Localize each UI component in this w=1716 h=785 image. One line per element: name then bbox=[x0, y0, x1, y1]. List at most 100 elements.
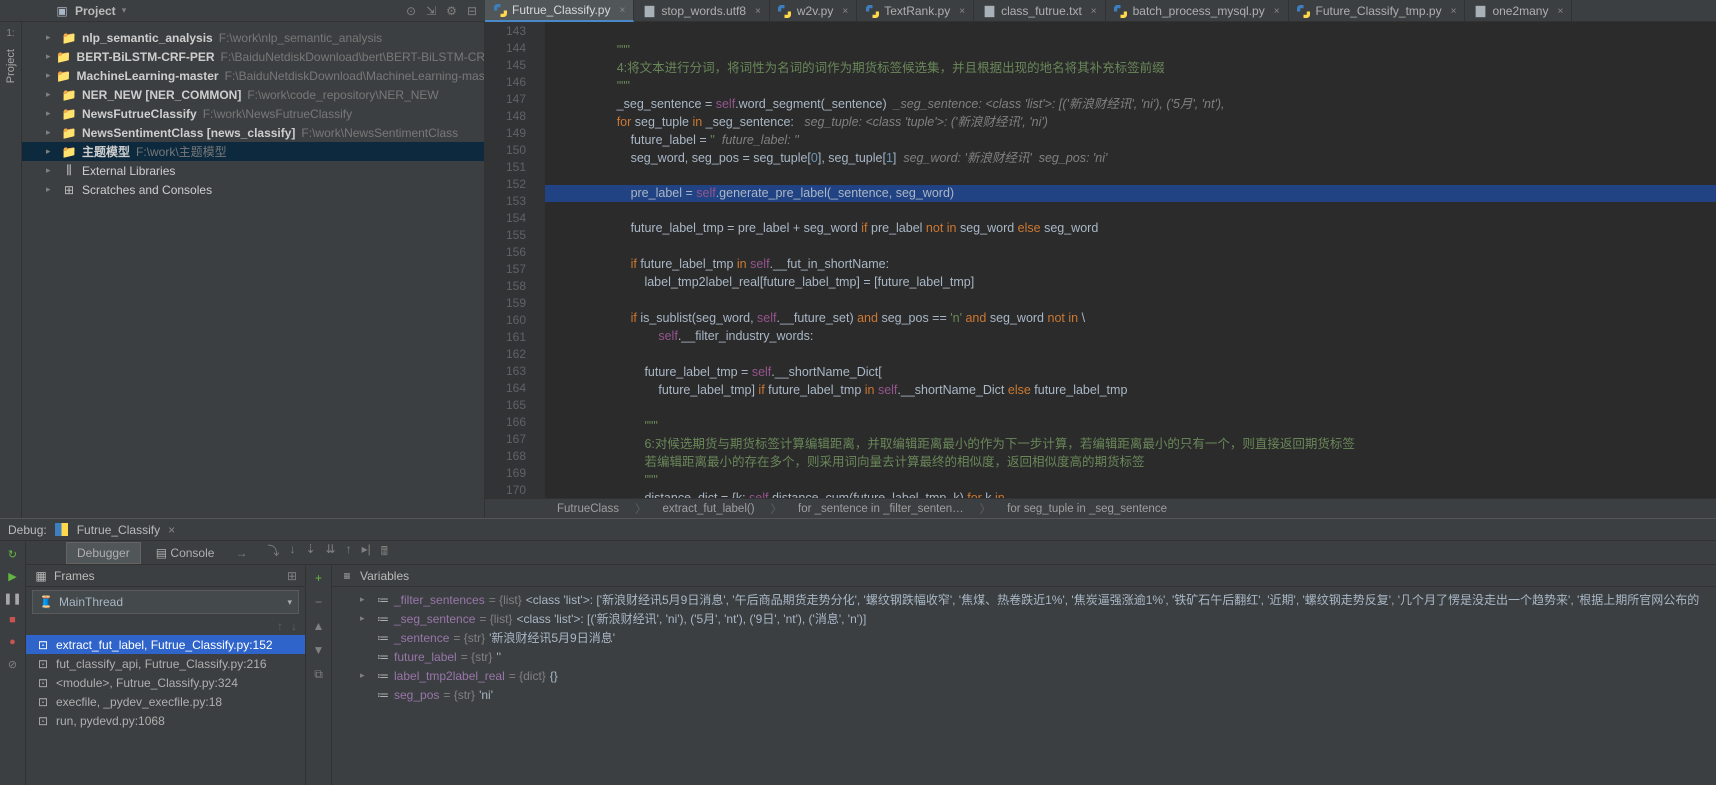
variable-row[interactable]: ▸≔_filter_sentences = {list} <class 'lis… bbox=[332, 590, 1716, 609]
code-line[interactable]: self.__filter_industry_words: bbox=[575, 329, 813, 343]
gear-icon[interactable]: ⚙ bbox=[446, 4, 457, 18]
code-line[interactable]: if is_sublist(seg_word, self.__future_se… bbox=[575, 311, 1085, 325]
tab-console[interactable]: ▤ Console bbox=[145, 542, 226, 564]
code-line[interactable]: future_label_tmp = pre_label + seg_word … bbox=[575, 221, 1098, 235]
code-line[interactable]: future_label_tmp] if future_label_tmp in… bbox=[575, 383, 1127, 397]
down-icon[interactable]: ▼ bbox=[313, 643, 325, 657]
breadcrumb-item[interactable]: for seg_tuple in _seg_sentence bbox=[1007, 503, 1167, 515]
code-line[interactable]: """ bbox=[575, 79, 630, 93]
tree-item[interactable]: ▸⫼External Libraries bbox=[22, 161, 484, 180]
code-line[interactable]: """ bbox=[575, 43, 630, 57]
chevron-right-icon[interactable]: ▸ bbox=[360, 613, 372, 624]
breadcrumb[interactable]: FutrueClass〉extract_fut_label()〉for _sen… bbox=[485, 498, 1716, 518]
close-icon[interactable]: × bbox=[1274, 6, 1280, 17]
hide-icon[interactable]: ⊟ bbox=[467, 4, 477, 18]
variable-row[interactable]: ≔_sentence = {str} '新浪财经讯5月9日消息' bbox=[332, 628, 1716, 647]
chevron-right-icon[interactable]: ▸ bbox=[46, 146, 56, 157]
code-area[interactable]: """ 4:将文本进行分词，将词性为名词的词作为期货标签候选集，并且根据出现的地… bbox=[545, 22, 1716, 498]
project-dropdown-icon[interactable]: ▾ bbox=[122, 5, 127, 16]
variable-row[interactable]: ≔seg_pos = {str} 'ni' bbox=[332, 685, 1716, 704]
close-icon[interactable]: × bbox=[619, 5, 625, 16]
code-line[interactable]: """ bbox=[575, 473, 658, 487]
tab-stop-words-utf8[interactable]: stop_words.utf8× bbox=[634, 0, 770, 22]
chevron-right-icon[interactable]: ▸ bbox=[46, 165, 56, 176]
code-line[interactable]: if future_label_tmp in self.__fut_in_sho… bbox=[575, 257, 889, 271]
step-into-my-icon[interactable]: ⇣ bbox=[305, 542, 315, 563]
frame-row[interactable]: ⊡run, pydevd.py:1068 bbox=[26, 711, 305, 730]
next-frame-icon[interactable]: ↓ bbox=[291, 619, 297, 633]
code-line[interactable]: seg_word, seg_pos = seg_tuple[0], seg_tu… bbox=[575, 151, 1107, 165]
breadcrumb-item[interactable]: extract_fut_label() bbox=[663, 503, 755, 515]
frame-row[interactable]: ⊡extract_fut_label, Futrue_Classify.py:1… bbox=[26, 635, 305, 654]
code-line[interactable] bbox=[575, 401, 578, 415]
chevron-right-icon[interactable]: ▸ bbox=[46, 89, 56, 100]
breadcrumb-item[interactable]: for _sentence in _filter_senten… bbox=[798, 503, 964, 515]
code-line[interactable] bbox=[575, 347, 578, 361]
code-line[interactable]: 4:将文本进行分词，将词性为名词的词作为期货标签候选集，并且根据出现的地名将其补… bbox=[575, 61, 1165, 75]
step-over-icon[interactable]: ⤵ bbox=[267, 542, 279, 563]
mute-breakpoints-icon[interactable]: ⊘ bbox=[6, 657, 20, 671]
frame-row[interactable]: ⊡execfile, _pydev_execfile.py:18 bbox=[26, 692, 305, 711]
step-into-icon[interactable]: ↓ bbox=[289, 542, 295, 563]
code-line[interactable] bbox=[575, 239, 578, 253]
tab-class-futrue-txt[interactable]: class_futrue.txt× bbox=[974, 0, 1106, 22]
chevron-right-icon[interactable]: ▸ bbox=[46, 184, 56, 195]
view-breakpoints-icon[interactable]: ● bbox=[6, 635, 20, 649]
code-line[interactable] bbox=[575, 293, 578, 307]
tree-item[interactable]: ▸⊞Scratches and Consoles bbox=[22, 180, 484, 199]
duplicate-icon[interactable]: ⧉ bbox=[314, 667, 323, 682]
tree-item[interactable]: ▸📁NewsSentimentClass [news_classify] F:\… bbox=[22, 123, 484, 142]
breadcrumb-item[interactable]: FutrueClass bbox=[557, 503, 619, 515]
evaluate-icon[interactable]: 🖩 bbox=[381, 542, 388, 563]
add-watch-icon[interactable]: + bbox=[315, 571, 322, 585]
code-line[interactable]: pre_label = self.generate_pre_label(_sen… bbox=[545, 185, 1716, 202]
close-icon[interactable]: × bbox=[168, 523, 175, 537]
tree-item[interactable]: ▸📁主题模型 F:\work\主题模型 bbox=[22, 142, 484, 161]
code-line[interactable] bbox=[575, 25, 578, 39]
variable-row[interactable]: ≔future_label = {str} '' bbox=[332, 647, 1716, 666]
close-icon[interactable]: × bbox=[1451, 6, 1457, 17]
locate-icon[interactable]: ⊙ bbox=[406, 4, 416, 18]
project-tree[interactable]: ▸📁nlp_semantic_analysis F:\work\nlp_sema… bbox=[22, 22, 485, 518]
pause-icon[interactable]: ❚❚ bbox=[6, 591, 20, 605]
chevron-right-icon[interactable]: ▸ bbox=[360, 594, 372, 605]
restore-layout-icon[interactable]: ⊞ bbox=[287, 569, 297, 583]
code-line[interactable]: label_tmp2label_real[future_label_tmp] =… bbox=[575, 275, 974, 289]
code-line[interactable]: future_label_tmp = self.__shortName_Dict… bbox=[575, 365, 882, 379]
force-step-icon[interactable]: ⇊ bbox=[326, 542, 336, 563]
tree-item[interactable]: ▸📁BERT-BiLSTM-CRF-PER F:\BaiduNetdiskDow… bbox=[22, 47, 484, 66]
thread-selector[interactable]: 🧵 MainThread ▾ bbox=[32, 590, 299, 614]
code-line[interactable]: future_label = '' future_label: '' bbox=[575, 133, 799, 147]
prev-frame-icon[interactable]: ↑ bbox=[277, 619, 283, 633]
chevron-right-icon[interactable]: ▸ bbox=[46, 51, 51, 62]
chevron-right-icon[interactable]: ▸ bbox=[360, 670, 372, 681]
step-out-icon[interactable]: ↑ bbox=[346, 542, 352, 563]
variable-row[interactable]: ▸≔_seg_sentence = {list} <class 'list'>:… bbox=[332, 609, 1716, 628]
close-icon[interactable]: × bbox=[755, 6, 761, 17]
remove-watch-icon[interactable]: − bbox=[315, 595, 322, 609]
expand-icon[interactable]: ⇲ bbox=[426, 4, 436, 18]
code-line[interactable]: 6:对候选期货与期货标签计算编辑距离，并取编辑距离最小的作为下一步计算，若编辑距… bbox=[575, 437, 1355, 451]
tree-item[interactable]: ▸📁NewsFutrueClassify F:\work\NewsFutrueC… bbox=[22, 104, 484, 123]
code-line[interactable] bbox=[575, 169, 578, 183]
run-to-cursor-icon[interactable]: ▸| bbox=[362, 542, 371, 563]
code-line[interactable]: _seg_sentence = self.word_segment(_sente… bbox=[575, 97, 1225, 111]
tree-item[interactable]: ▸📁MachineLearning-master F:\BaiduNetdisk… bbox=[22, 66, 484, 85]
close-icon[interactable]: × bbox=[1557, 6, 1563, 17]
close-icon[interactable]: × bbox=[959, 6, 965, 17]
code-line[interactable]: """ bbox=[575, 419, 658, 433]
code-line[interactable]: for seg_tuple in _seg_sentence: seg_tupl… bbox=[575, 115, 1048, 129]
chevron-right-icon[interactable]: ▸ bbox=[46, 32, 56, 43]
tab-textrank-py[interactable]: TextRank.py× bbox=[857, 0, 974, 22]
close-icon[interactable]: × bbox=[842, 6, 848, 17]
frame-row[interactable]: ⊡fut_classify_api, Futrue_Classify.py:21… bbox=[26, 654, 305, 673]
tab-futrue-classify-py[interactable]: Futrue_Classify.py× bbox=[485, 0, 634, 22]
chevron-right-icon[interactable]: ▸ bbox=[46, 127, 56, 138]
project-tool-label[interactable]: Project bbox=[5, 49, 17, 83]
tab-debugger[interactable]: Debugger bbox=[66, 542, 141, 564]
code-line[interactable]: distance_dict = {k: self.distance_cum(fu… bbox=[575, 491, 1005, 498]
stop-icon[interactable]: ■ bbox=[6, 613, 20, 627]
tree-item[interactable]: ▸📁nlp_semantic_analysis F:\work\nlp_sema… bbox=[22, 28, 484, 47]
close-icon[interactable]: × bbox=[1091, 6, 1097, 17]
tab-w2v-py[interactable]: w2v.py× bbox=[770, 0, 857, 22]
